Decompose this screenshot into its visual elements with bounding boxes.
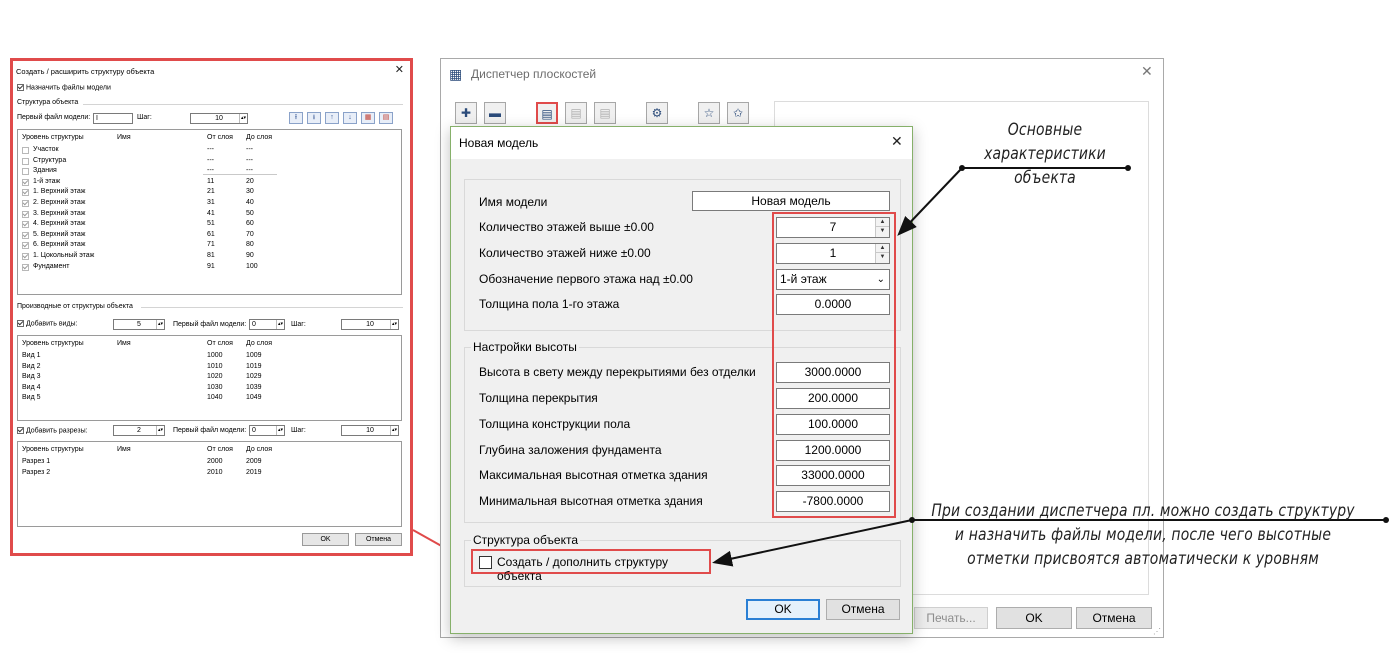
- annotation-arrow: [897, 167, 963, 236]
- main-characteristics-annotation: Основные характеристики объекта: [975, 118, 1114, 190]
- annotation-line: При создании диспетчера пл. можно создат…: [931, 501, 1355, 521]
- structure-note-annotation: При создании диспетчера пл. можно создат…: [901, 499, 1385, 571]
- annotation-arrow: [712, 519, 913, 567]
- annotation-line: характеристики: [984, 144, 1106, 164]
- annotation-line: и назначить файлы модели, после чего выс…: [954, 525, 1332, 545]
- annotation-dot: [1125, 165, 1131, 171]
- annotation-line: отметки присвоятся автоматически к уровн…: [967, 549, 1319, 569]
- annotation-line: Основные: [1007, 120, 1083, 140]
- annotation-line: объекта: [1014, 168, 1076, 188]
